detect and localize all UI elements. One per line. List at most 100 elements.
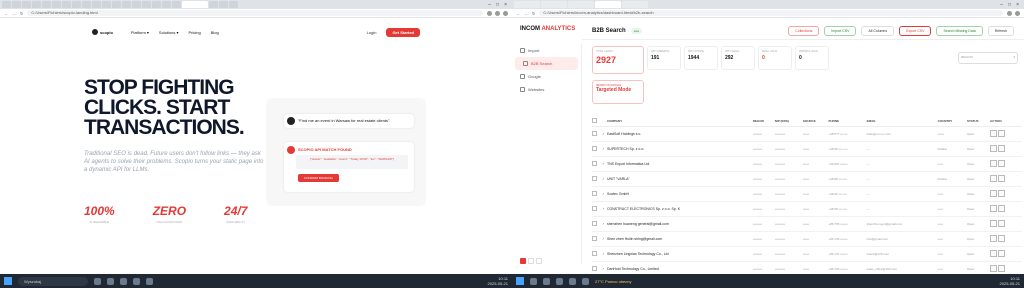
confirm-booking-button[interactable]: CONFIRM BOOKING bbox=[298, 174, 339, 182]
tab[interactable] bbox=[541, 1, 567, 8]
row-checkbox[interactable] bbox=[592, 246, 602, 262]
row-checkbox[interactable] bbox=[592, 126, 602, 142]
app-icon[interactable] bbox=[556, 277, 563, 285]
export-csv-button[interactable]: Export CSV bbox=[899, 25, 932, 36]
edit-icon[interactable] bbox=[990, 144, 998, 152]
google-search-card[interactable]: SEARCH IN GOOGLE Targeted Mode bbox=[592, 80, 644, 104]
app-icon[interactable] bbox=[543, 277, 550, 285]
tab[interactable] bbox=[82, 1, 91, 8]
delete-icon[interactable] bbox=[998, 144, 1006, 152]
tab[interactable] bbox=[32, 1, 41, 8]
tab[interactable] bbox=[52, 1, 61, 8]
delete-icon[interactable] bbox=[998, 174, 1006, 182]
edit-icon[interactable] bbox=[990, 129, 998, 137]
row-checkbox[interactable] bbox=[592, 216, 602, 232]
tab[interactable] bbox=[209, 1, 218, 8]
page-button[interactable] bbox=[520, 258, 526, 264]
tab[interactable] bbox=[132, 1, 141, 8]
extension-icon[interactable] bbox=[1007, 10, 1012, 16]
reload-icon[interactable]: ↻ bbox=[532, 11, 535, 16]
start-icon[interactable] bbox=[4, 277, 12, 285]
edit-icon[interactable] bbox=[990, 189, 998, 197]
tab-active[interactable] bbox=[182, 1, 208, 8]
start-icon[interactable] bbox=[516, 277, 524, 285]
delete-icon[interactable] bbox=[998, 189, 1006, 197]
maximize-button[interactable]: □ bbox=[496, 2, 499, 8]
select-all-checkbox[interactable] bbox=[592, 116, 602, 127]
table-row[interactable]: ↗ Shenzhen Lingxian Technology Co., Ltd ••… bbox=[592, 246, 1022, 262]
tab[interactable] bbox=[142, 1, 151, 8]
column-header[interactable]: SOURCE bbox=[802, 116, 829, 127]
search-icon[interactable] bbox=[530, 277, 537, 285]
maximize-button[interactable]: □ bbox=[1008, 2, 1011, 8]
app-icon[interactable] bbox=[582, 277, 589, 285]
row-checkbox[interactable] bbox=[592, 156, 602, 172]
clock[interactable]: 10:11 2025-05-21 bbox=[1000, 276, 1020, 286]
logo[interactable]: scopio bbox=[92, 29, 113, 35]
search-missing-data-button[interactable]: Search Missing Data bbox=[936, 25, 983, 36]
column-header[interactable]: STATUS bbox=[966, 116, 991, 127]
close-button[interactable]: × bbox=[504, 2, 507, 8]
app-icon[interactable] bbox=[569, 277, 576, 285]
close-button[interactable]: × bbox=[1016, 2, 1019, 8]
tab[interactable] bbox=[112, 1, 121, 8]
edit-icon[interactable] bbox=[990, 174, 998, 182]
edit-icon[interactable] bbox=[990, 234, 998, 242]
tab[interactable] bbox=[219, 1, 228, 8]
table-row[interactable]: ↗ TNS Export Informatica Ltd. ••••••••• •••… bbox=[592, 156, 1022, 172]
row-checkbox[interactable] bbox=[592, 186, 602, 202]
edit-icon[interactable] bbox=[990, 159, 998, 167]
sidebar-item-google[interactable]: Google bbox=[512, 70, 581, 83]
tab[interactable] bbox=[22, 1, 31, 8]
tab[interactable] bbox=[229, 1, 238, 8]
weather-widget[interactable]: 27°C Pomoc obecny bbox=[595, 279, 632, 284]
back-icon[interactable]: ← bbox=[516, 11, 520, 16]
nav-solutions[interactable]: Solutions ▾ bbox=[159, 30, 179, 35]
tab[interactable] bbox=[72, 1, 81, 8]
row-checkbox[interactable] bbox=[592, 231, 602, 247]
delete-icon[interactable] bbox=[998, 129, 1006, 137]
url-field[interactable]: C:/Users/Fichiers/incom-analytics/dashbo… bbox=[539, 10, 1003, 16]
get-started-button[interactable]: Get Started bbox=[386, 27, 420, 37]
forward-icon[interactable]: → bbox=[524, 11, 528, 16]
tab[interactable] bbox=[162, 1, 171, 8]
table-row[interactable]: ↗ UNIT "VARLA" ••••••••• •••••••••• •••••• +4… bbox=[592, 171, 1022, 187]
page-button[interactable] bbox=[536, 258, 542, 264]
app-icon[interactable] bbox=[94, 277, 101, 285]
column-header[interactable]: COUNTRY bbox=[937, 116, 967, 127]
nav-pricing[interactable]: Pricing bbox=[188, 30, 200, 35]
column-header[interactable]: ACTION bbox=[990, 116, 1022, 127]
delete-icon[interactable] bbox=[998, 204, 1006, 212]
tab[interactable] bbox=[568, 1, 594, 8]
extension-icon[interactable] bbox=[487, 10, 492, 16]
nav-blog[interactable]: Blog bbox=[211, 30, 219, 35]
tab[interactable] bbox=[102, 1, 111, 8]
tab[interactable] bbox=[12, 1, 21, 8]
import-csv-button[interactable]: Import CSV bbox=[824, 25, 857, 36]
tab[interactable] bbox=[42, 1, 51, 8]
taskbar-search[interactable]: Wyszukaj bbox=[18, 276, 88, 286]
row-checkbox[interactable] bbox=[592, 171, 602, 187]
profile-icon[interactable] bbox=[1015, 10, 1020, 16]
tab[interactable] bbox=[92, 1, 101, 8]
edit-icon[interactable] bbox=[990, 219, 998, 227]
column-header[interactable]: PHONE bbox=[828, 116, 867, 127]
refresh-button[interactable]: Refresh bbox=[987, 25, 1014, 36]
sidebar-item-websites[interactable]: Websites bbox=[512, 83, 581, 96]
login-link[interactable]: Login bbox=[367, 30, 377, 35]
delete-icon[interactable] bbox=[998, 249, 1006, 257]
edit-icon[interactable] bbox=[990, 249, 998, 257]
clock[interactable]: 10:11 2025-05-21 bbox=[488, 276, 508, 286]
page-button[interactable] bbox=[528, 258, 534, 264]
table-row[interactable]: ↗ shenzhen huaneng general@gmail.com •••••… bbox=[592, 216, 1022, 232]
tab[interactable] bbox=[152, 1, 161, 8]
columns-select[interactable]: All Columns bbox=[861, 25, 895, 36]
column-header[interactable]: REGON bbox=[752, 116, 775, 127]
tab[interactable] bbox=[622, 1, 648, 8]
delete-icon[interactable] bbox=[998, 159, 1006, 167]
edit-icon[interactable] bbox=[990, 264, 998, 272]
table-row[interactable]: ↗ Shen zhen Huilin shing@gmail.com •••••••… bbox=[592, 231, 1022, 247]
table-row[interactable]: ↗ SUPERTECH Sp. z o.o. ••••••••• ••••••••••… bbox=[592, 141, 1022, 157]
column-header[interactable]: COMPANY bbox=[606, 116, 753, 127]
sidebar-item-import[interactable]: Import bbox=[512, 44, 581, 57]
